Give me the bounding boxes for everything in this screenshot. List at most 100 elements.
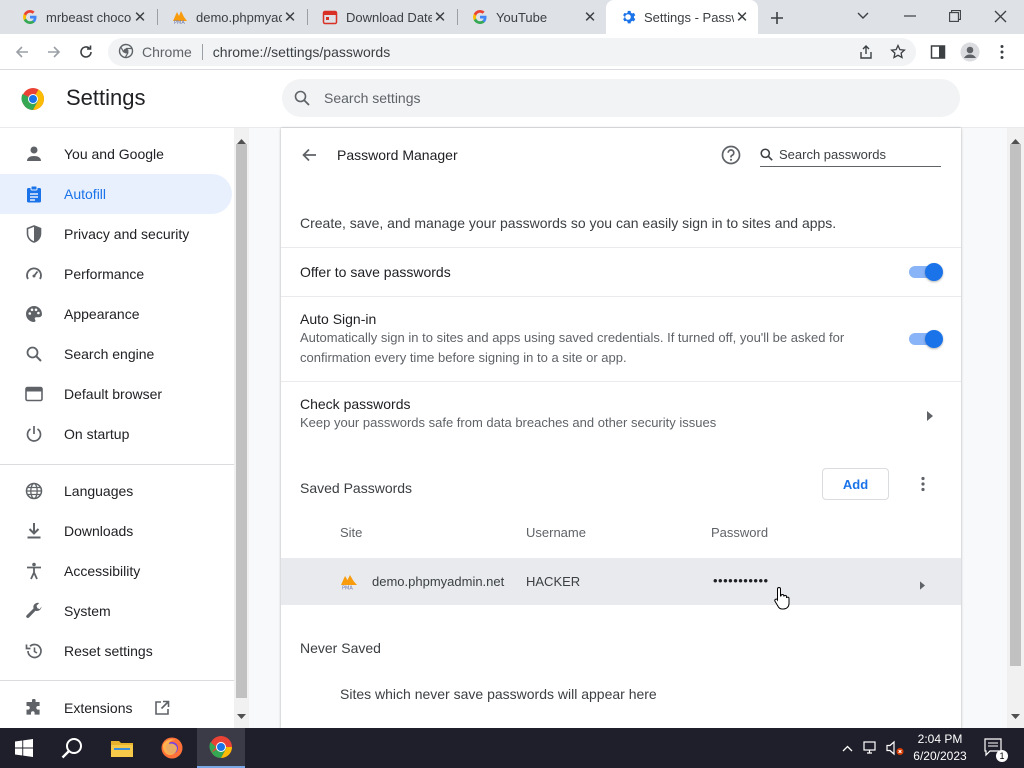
share-button[interactable] [854,40,878,64]
back-button[interactable] [298,144,320,166]
omnibox[interactable]: Chrome chrome://settings/passwords [108,38,916,66]
tab-4-active[interactable]: Settings - Passwords ✕ [606,0,758,34]
chevron-right-icon[interactable] [927,408,933,426]
tab-1[interactable]: PMA demo.phpmyadmin.net ✕ [158,0,306,34]
tab-2[interactable]: Download Date ✕ [308,0,456,34]
search-icon [24,344,44,364]
sidebar-item-label: On startup [64,426,130,442]
scroll-thumb[interactable] [236,144,247,698]
profile-button[interactable] [958,40,982,64]
check-passwords-label[interactable]: Check passwords [300,396,411,412]
restore-icon [24,641,44,661]
kebab-menu-icon [921,476,925,492]
close-icon[interactable]: ✕ [582,9,598,26]
settings-search-input[interactable]: Search settings [282,79,960,117]
page-title: Settings [66,85,146,110]
sidebar-item-label: Search engine [64,346,155,362]
taskbar-chrome[interactable] [197,728,245,768]
search-icon [294,90,310,106]
reload-icon [80,45,92,58]
url-text[interactable]: chrome://settings/passwords [213,44,390,60]
scroll-thumb[interactable] [1010,144,1021,666]
sidebar-item-appearance[interactable]: Appearance [0,294,232,334]
external-link-icon [154,700,170,716]
offer-to-save-toggle[interactable] [909,263,943,281]
close-icon[interactable]: ✕ [734,9,750,26]
notification-center-button[interactable]: 1 [982,728,1008,768]
sidebar-item-downloads[interactable]: Downloads [0,511,232,551]
tray-network[interactable] [861,728,881,768]
sidebar-item-languages[interactable]: Languages [0,471,232,511]
browser-toolbar: Chrome chrome://settings/passwords [0,34,1024,70]
auto-signin-toggle[interactable] [909,330,943,348]
sidebar-item-autofill[interactable]: Autofill [0,174,232,214]
taskbar-firefox[interactable] [148,728,196,768]
arrow-right-icon [48,46,61,58]
restore-button[interactable] [943,4,967,28]
close-icon[interactable]: ✕ [282,9,298,26]
page-scrollbar[interactable] [1007,128,1024,728]
chrome-icon [209,736,232,758]
sidebar-item-system[interactable]: System [0,591,232,631]
wrench-icon [24,601,44,621]
never-saved-empty-text: Sites which never save passwords will ap… [340,686,657,702]
sidebar-item-on-startup[interactable]: On startup [0,414,232,454]
bookmark-button[interactable] [886,40,910,64]
download-icon [24,521,44,541]
scroll-down-arrow-icon[interactable] [237,707,246,725]
gauge-icon [24,264,44,284]
tab-0[interactable]: mrbeast chocolate ✕ [8,0,156,34]
back-button[interactable] [10,40,34,64]
tab-title: demo.phpmyadmin.net [196,9,282,25]
row-divider [281,247,961,248]
reload-button[interactable] [74,40,98,64]
tab-search-button[interactable] [851,4,875,28]
saved-password-masked[interactable]: ••••••••••• [713,573,769,588]
sidebar-item-performance[interactable]: Performance [0,254,232,294]
sidebar-item-extensions[interactable]: Extensions [0,688,232,728]
sidebar-item-reset-settings[interactable]: Reset settings [0,631,232,671]
sidebar-item-default-browser[interactable]: Default browser [0,374,232,414]
sidebar-item-accessibility[interactable]: Accessibility [0,551,232,591]
column-header-password: Password [711,525,769,540]
toggle-knob [925,330,943,348]
help-icon[interactable] [720,144,742,166]
saved-passwords-menu-button[interactable] [912,473,934,495]
taskbar-clock[interactable]: 2:04 PM 6/20/2023 [903,731,977,765]
taskbar-file-explorer[interactable] [98,728,146,768]
sidebar-item-label: Languages [64,483,134,499]
side-panel-button[interactable] [926,40,950,64]
tray-overflow-button[interactable] [838,728,856,768]
chevron-right-icon[interactable] [920,577,925,595]
close-icon[interactable]: ✕ [132,9,148,26]
sidebar-item-privacy[interactable]: Privacy and security [0,214,232,254]
chevron-down-icon [857,12,869,19]
auto-signin-description-line2: confirmation every time before signing i… [300,350,627,365]
password-search-input[interactable]: Search passwords [760,143,941,167]
shield-icon [24,224,44,244]
svg-text:PMA: PMA [174,20,185,24]
search-placeholder: Search settings [324,90,421,106]
taskbar-search-button[interactable] [48,728,96,768]
add-password-button[interactable]: Add [822,468,889,500]
close-window-button[interactable] [988,4,1012,28]
tab-3[interactable]: YouTube ✕ [458,0,606,34]
sidebar-item-you-and-google[interactable]: You and Google [0,134,232,174]
section-description: Create, save, and manage your passwords … [300,215,837,231]
scroll-down-arrow-icon[interactable] [1011,707,1020,725]
google-g-icon [22,9,38,25]
minimize-button[interactable] [898,4,922,28]
forward-button[interactable] [42,40,66,64]
globe-icon [24,481,44,501]
menu-button[interactable] [990,40,1014,64]
phpmyadmin-icon: PMA [340,574,358,592]
chrome-site-icon [118,43,134,62]
close-icon[interactable]: ✕ [432,9,448,26]
windows-logo-icon [15,739,33,757]
sidebar-scrollbar[interactable] [234,128,249,728]
start-button[interactable] [0,728,48,768]
new-tab-button[interactable] [766,7,788,29]
clipboard-icon [24,184,44,204]
sidebar-item-search-engine[interactable]: Search engine [0,334,232,374]
row-divider [281,296,961,297]
